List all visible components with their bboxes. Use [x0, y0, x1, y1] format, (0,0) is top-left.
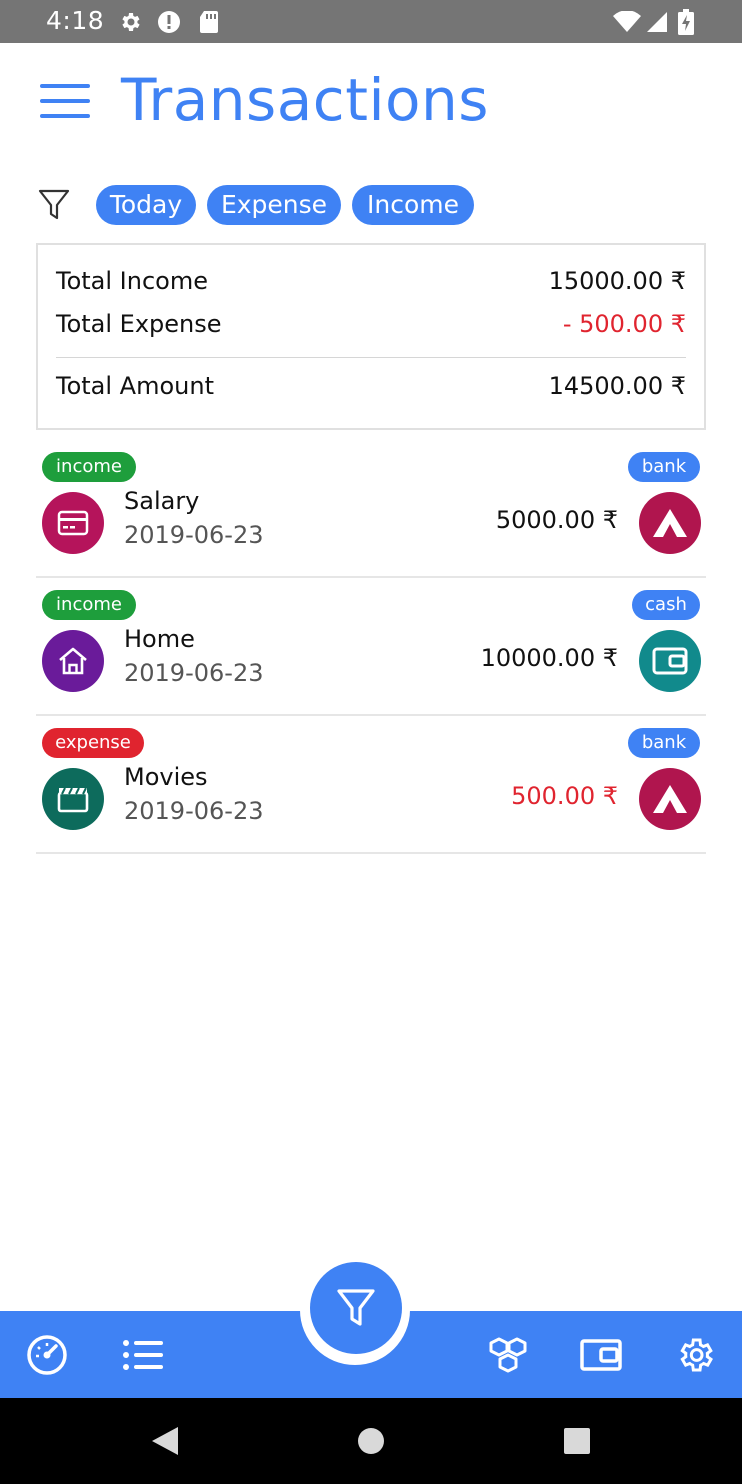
home-icon[interactable]: [354, 1424, 388, 1458]
status-bar: 4:18: [0, 0, 742, 43]
back-icon[interactable]: [148, 1424, 182, 1458]
battery-icon: [675, 9, 697, 35]
categories-cubes-icon: [489, 1337, 527, 1373]
sd-card-icon: [196, 9, 222, 35]
transaction-item-movies[interactable]: expense bank Movies 2019-06-23 500.00 ₹: [36, 716, 706, 854]
nav-dashboard-button[interactable]: [25, 1333, 69, 1377]
bank-logo-icon: [639, 768, 701, 830]
filter-icon[interactable]: [38, 188, 70, 222]
recents-icon[interactable]: [560, 1424, 594, 1458]
summary-divider: [56, 357, 686, 358]
transaction-account-tag: bank: [628, 452, 700, 482]
nav-categories-button[interactable]: [486, 1333, 530, 1377]
transaction-item-salary[interactable]: income bank Salary 2019-06-23 5000.00 ₹: [36, 440, 706, 578]
total-amount-value: 14500.00 ₹: [548, 372, 686, 400]
bank-logo-icon: [639, 492, 701, 554]
transaction-amount: 5000.00 ₹: [495, 506, 618, 534]
summary-card: Total Income 15000.00 ₹ Total Expense - …: [36, 243, 706, 430]
settings-gear-icon: [117, 9, 143, 35]
filter-fab-button[interactable]: [310, 1262, 402, 1354]
filter-icon: [337, 1289, 375, 1326]
wifi-icon: [612, 9, 642, 35]
filter-chip-expense[interactable]: Expense: [207, 185, 341, 225]
transaction-date: 2019-06-23: [124, 797, 264, 825]
total-income-value: 15000.00 ₹: [548, 267, 686, 295]
credit-card-icon: [42, 492, 104, 554]
total-amount-label: Total Amount: [56, 372, 214, 400]
nav-wallet-button[interactable]: [579, 1333, 623, 1377]
transaction-name: Home: [124, 625, 195, 653]
nav-list-button[interactable]: [121, 1333, 165, 1377]
total-income-label: Total Income: [56, 267, 208, 295]
hamburger-menu-icon: [40, 84, 90, 118]
list-icon: [123, 1340, 163, 1370]
transaction-type-tag: income: [42, 452, 136, 482]
transaction-item-home[interactable]: income cash Home 2019-06-23 10000.00 ₹: [36, 578, 706, 716]
alert-icon: [156, 9, 182, 35]
transaction-type-tag: income: [42, 590, 136, 620]
transaction-name: Movies: [124, 763, 208, 791]
settings-gear-icon: [680, 1338, 713, 1372]
filter-chip-today[interactable]: Today: [96, 185, 196, 225]
transaction-account-tag: cash: [632, 590, 700, 620]
filter-chip-income[interactable]: Income: [352, 185, 474, 225]
total-expense-label: Total Expense: [56, 310, 222, 338]
total-expense-value: - 500.00 ₹: [562, 310, 686, 338]
transaction-name: Salary: [124, 487, 200, 515]
wallet-icon: [580, 1339, 622, 1371]
dashboard-gauge-icon: [27, 1335, 67, 1375]
transaction-account-tag: bank: [628, 728, 700, 758]
home-icon: [42, 630, 104, 692]
transaction-type-tag: expense: [42, 728, 144, 758]
cell-signal-icon: [644, 9, 670, 35]
transaction-date: 2019-06-23: [124, 521, 264, 549]
menu-button[interactable]: [40, 82, 90, 122]
transaction-amount: 500.00 ₹: [511, 782, 618, 810]
status-time: 4:18: [46, 6, 105, 35]
system-nav-bar: [0, 1398, 742, 1484]
page-title: Transactions: [121, 66, 490, 134]
transaction-date: 2019-06-23: [124, 659, 264, 687]
movie-clapper-icon: [42, 768, 104, 830]
wallet-icon: [639, 630, 701, 692]
transaction-amount: 10000.00 ₹: [480, 644, 618, 672]
nav-settings-button[interactable]: [673, 1333, 717, 1377]
